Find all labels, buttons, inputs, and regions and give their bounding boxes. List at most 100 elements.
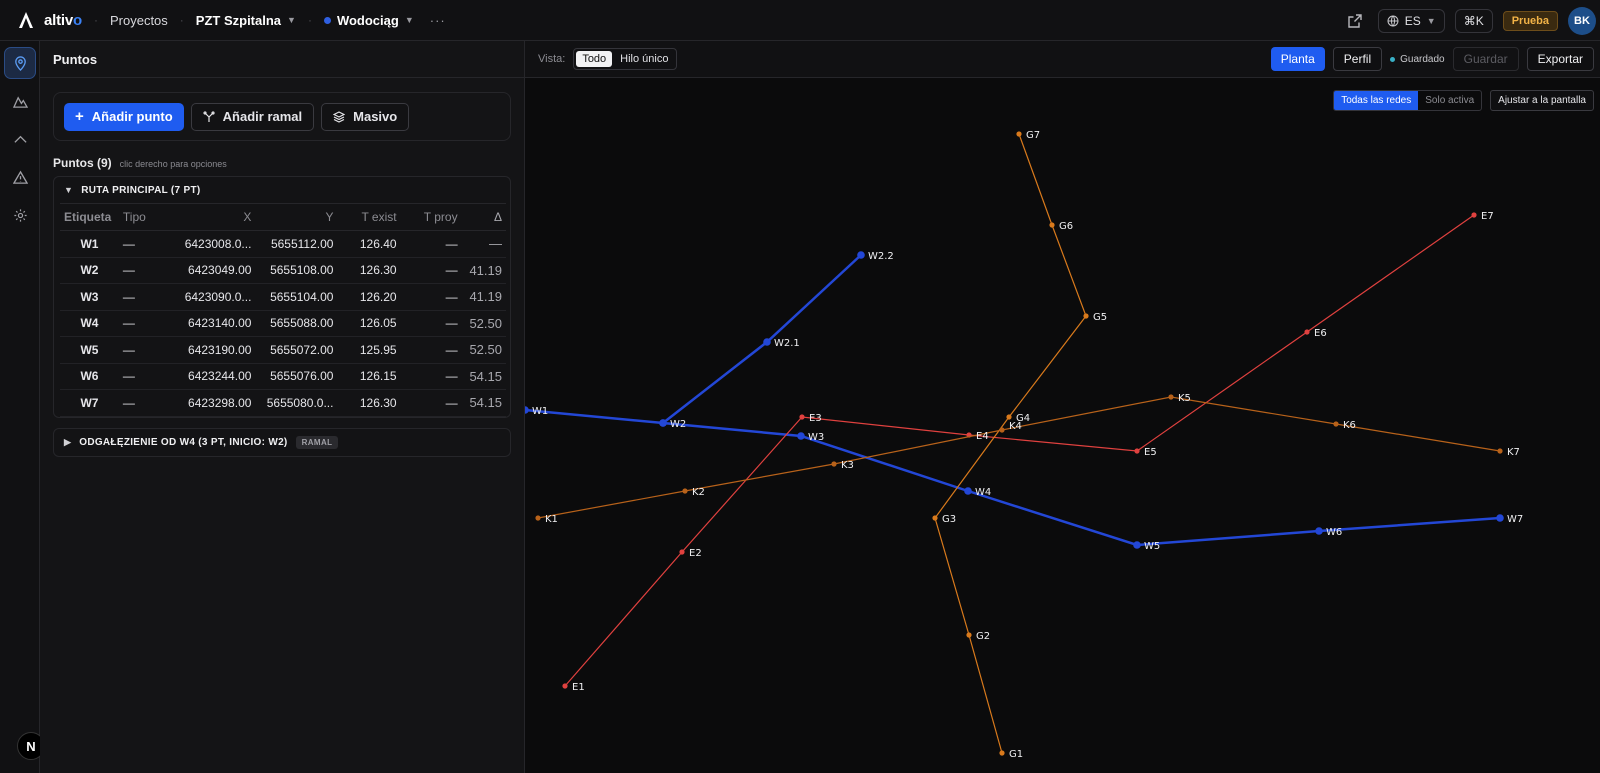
table-row[interactable]: W4—6423140.00 5655088.00 126.05—52.50 <box>60 310 506 337</box>
command-palette-button[interactable]: ⌘K <box>1454 8 1493 33</box>
map-point-e1[interactable] <box>562 683 568 689</box>
all-networks-option[interactable]: Todas las redes <box>1334 91 1419 110</box>
map-point-label: E2 <box>689 548 702 559</box>
map-point-label: W2.2 <box>868 251 894 262</box>
fit-to-screen-button[interactable]: Ajustar a la pantalla <box>1490 90 1594 111</box>
map-point-g3[interactable] <box>932 515 938 521</box>
map-point-w2.2[interactable] <box>857 251 865 259</box>
table-row[interactable]: W2—6423049.00 5655108.00 126.30—41.19 <box>60 257 506 284</box>
table-row[interactable]: W1—6423008.0... 5655112.00 126.40— — <box>60 230 506 258</box>
map-point-w2.1[interactable] <box>763 338 771 346</box>
cell-y: 5655104.00 <box>251 283 334 311</box>
cell-label: W3 <box>60 283 119 311</box>
cell-y: 5655112.00 <box>251 230 334 258</box>
caret-right-icon: ▶ <box>64 437 72 447</box>
cell-delta: 52.50 <box>457 310 506 337</box>
branch-badge: RAMAL <box>295 436 339 449</box>
cell-label: W5 <box>60 336 119 364</box>
map-point-k7[interactable] <box>1497 448 1503 454</box>
navigation-rail <box>0 41 40 773</box>
map-point-k1[interactable] <box>535 515 541 521</box>
add-branch-button[interactable]: Añadir ramal <box>190 102 315 131</box>
table-row[interactable]: W3—6423090.0... 5655104.00 126.20—41.19 <box>60 283 506 311</box>
map-point-g7[interactable] <box>1016 131 1022 137</box>
map-point-k3[interactable] <box>831 461 837 467</box>
map-point-g2[interactable] <box>966 632 972 638</box>
rail-points-button[interactable] <box>4 47 36 79</box>
col-label[interactable]: Etiqueta <box>60 203 119 231</box>
map-point-w4[interactable] <box>964 487 972 495</box>
map-point-w6[interactable] <box>1315 527 1323 535</box>
map-point-label: G2 <box>976 631 990 642</box>
map-point-e7[interactable] <box>1471 212 1477 218</box>
active-only-option[interactable]: Solo activa <box>1418 91 1481 110</box>
map-point-w5[interactable] <box>1133 541 1141 549</box>
external-link-icon[interactable] <box>1342 8 1368 34</box>
map-point-g6[interactable] <box>1049 222 1055 228</box>
map-point-g1[interactable] <box>999 750 1005 756</box>
table-row[interactable]: W5—6423190.00 5655072.00 125.95—52.50 <box>60 336 506 364</box>
map-point-w2[interactable] <box>659 419 667 427</box>
map-point-e3[interactable] <box>799 414 805 420</box>
avatar[interactable]: BK <box>1568 6 1596 35</box>
points-heading: Puntos (9) clic derecho para opciones <box>53 156 227 170</box>
map-point-label: W6 <box>1326 527 1342 538</box>
map-point-e2[interactable] <box>679 549 685 555</box>
cell-t-exist: 126.40 <box>333 230 397 258</box>
col-t-proj[interactable]: T proy <box>396 203 458 231</box>
map-point-label: W3 <box>808 432 824 443</box>
map-point-label: E5 <box>1144 447 1157 458</box>
breadcrumb-network[interactable]: Wodociąg ▼ <box>323 13 414 28</box>
map-point-e6[interactable] <box>1304 329 1310 335</box>
plus-icon: + <box>75 108 84 125</box>
logo-mark-icon <box>19 12 33 28</box>
map-point-label: W1 <box>532 406 548 417</box>
map-point-label: K2 <box>692 487 705 498</box>
cell-type: — <box>118 389 170 417</box>
breadcrumb-projects[interactable]: Proyectos <box>110 13 168 28</box>
map-point-g4[interactable] <box>1006 414 1012 420</box>
map-point-g5[interactable] <box>1083 313 1089 319</box>
map-point-k2[interactable] <box>682 488 688 494</box>
map-point-e5[interactable] <box>1134 448 1140 454</box>
map-point-w7[interactable] <box>1496 514 1504 522</box>
bulk-button[interactable]: Masivo <box>321 102 410 131</box>
col-t-exist[interactable]: T exist <box>333 203 397 231</box>
more-menu-button[interactable]: ··· <box>430 13 446 28</box>
network-map[interactable]: W1 W2 W3 W4 W5 W6 W7 W2.1 W2.2 E1 E2 E3 E4 E5 E6 E7 G1 G2… <box>525 41 1600 773</box>
logo[interactable]: altivo <box>18 11 82 29</box>
col-type[interactable]: Tipo <box>118 203 170 231</box>
breadcrumb-project[interactable]: PZT Szpitalna ▼ <box>196 13 296 28</box>
rail-terrain-button[interactable] <box>4 85 36 117</box>
rail-warnings-button[interactable] <box>4 161 36 193</box>
table-row[interactable]: W6—6423244.00 5655076.00 126.15—54.15 <box>60 363 506 390</box>
map-point-label: W2.1 <box>774 338 800 349</box>
col-x[interactable]: X <box>169 203 252 231</box>
main-route-header[interactable]: ▼ RUTA PRINCIPAL (7 PT) <box>54 177 510 203</box>
map-point-label: W7 <box>1507 514 1523 525</box>
rail-profile-button[interactable] <box>4 123 36 155</box>
network-line-e[interactable] <box>564 214 1475 687</box>
map-point-label: G1 <box>1009 749 1023 760</box>
network-line-w-branch[interactable] <box>662 254 862 424</box>
branch-header[interactable]: ▶ ODGAŁĘZIENIE OD W4 (3 PT, INICIO: W2) … <box>54 429 510 456</box>
map-point-k4[interactable] <box>999 427 1005 433</box>
col-y[interactable]: Y <box>251 203 334 231</box>
chevron-up-icon <box>13 135 27 143</box>
language-selector[interactable]: ES ▼ <box>1377 8 1445 33</box>
map-point-label: K6 <box>1343 420 1356 431</box>
network-color-dot <box>323 16 331 24</box>
add-point-button[interactable]: + Añadir punto <box>64 102 184 131</box>
cell-t-exist: 126.15 <box>333 363 397 390</box>
map-point-k6[interactable] <box>1333 421 1339 427</box>
map-point-label: E1 <box>572 682 585 693</box>
map-point-label: E4 <box>976 431 989 442</box>
map-point-w1[interactable] <box>525 406 529 414</box>
map-point-k5[interactable] <box>1168 394 1174 400</box>
layers-icon <box>333 110 346 123</box>
rail-settings-button[interactable] <box>4 199 36 231</box>
table-row[interactable]: W7—6423298.00 5655080.0... 126.30—54.15 <box>60 389 506 417</box>
col-delta[interactable]: Δ <box>457 203 506 231</box>
map-point-w3[interactable] <box>797 432 805 440</box>
map-point-label: W2 <box>670 419 686 430</box>
